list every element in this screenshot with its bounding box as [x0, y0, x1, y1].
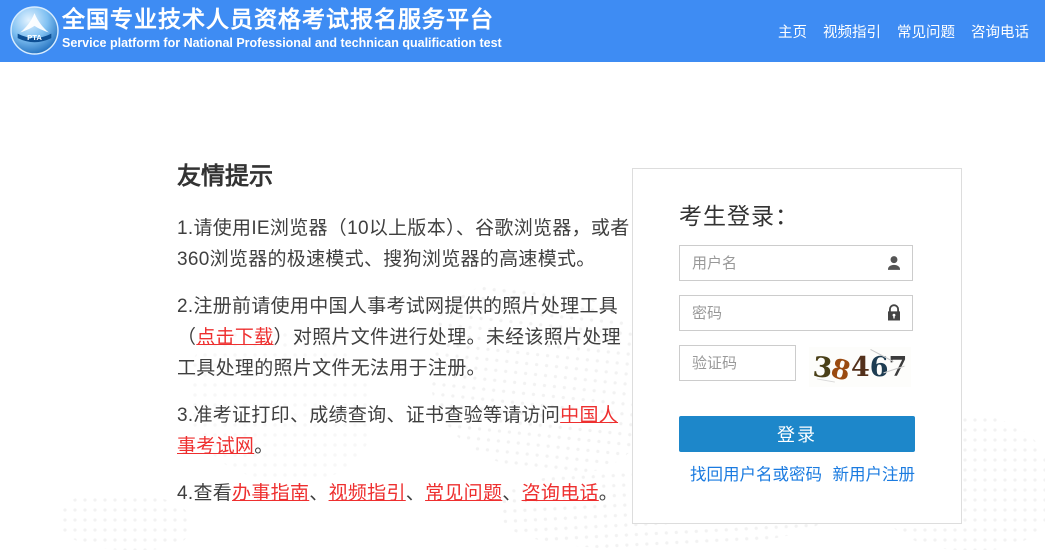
tip-item-4: 4.查看办事指南、视频指引、常见问题、咨询电话。 — [177, 478, 633, 509]
tip-text: 。 — [254, 436, 274, 457]
tips-list: 1.请使用IE浏览器（10以上版本）、谷歌浏览器，或者360浏览器的极速模式、搜… — [177, 213, 633, 509]
site-title: 全国专业技术人员资格考试报名服务平台 — [62, 6, 494, 32]
tip-link[interactable]: 视频指引 — [329, 483, 406, 504]
tip-text: 、 — [502, 483, 522, 504]
tip-link[interactable]: 咨询电话 — [522, 483, 599, 504]
password-input[interactable] — [679, 295, 913, 331]
captcha-input[interactable] — [679, 345, 796, 381]
friendly-tips-section: 友情提示 1.请使用IE浏览器（10以上版本）、谷歌浏览器，或者360浏览器的极… — [177, 156, 633, 525]
captcha-field-wrap — [679, 345, 796, 381]
world-map-watermark — [60, 495, 190, 550]
nav-link-1[interactable]: 视频指引 — [823, 21, 881, 42]
tip-item-2: 2.注册前请使用中国人事考试网提供的照片处理工具（点击下载）对照片文件进行处理。… — [177, 291, 633, 384]
nav-link-0[interactable]: 主页 — [778, 21, 807, 42]
login-heading: 考生登录： — [679, 203, 799, 229]
captcha-digit-3: 4 — [850, 351, 870, 383]
username-input[interactable] — [679, 245, 913, 281]
site-subtitle: Service platform for National Profession… — [62, 36, 502, 50]
nav-link-2[interactable]: 常见问题 — [897, 21, 955, 42]
tip-text: 3.准考证打印、成绩查询、证书查验等请访问 — [177, 405, 561, 426]
tip-text: 、 — [309, 483, 329, 504]
header: PTA 全国专业技术人员资格考试报名服务平台 Service platform … — [0, 0, 1045, 62]
login-button[interactable]: 登录 — [679, 416, 915, 452]
captcha-image[interactable]: 38467 — [809, 347, 911, 387]
pta-logo-icon: PTA — [10, 6, 59, 55]
tip-text: 。 — [598, 483, 619, 504]
tip-link[interactable]: 办事指南 — [232, 483, 309, 504]
username-field-wrap — [679, 245, 913, 281]
tip-text: 、 — [405, 483, 426, 504]
tip-link[interactable]: 常见问题 — [425, 483, 502, 504]
tip-item-1: 1.请使用IE浏览器（10以上版本）、谷歌浏览器，或者360浏览器的极速模式、搜… — [177, 213, 633, 275]
new-user-register-link[interactable]: 新用户注册 — [833, 461, 916, 485]
forgot-credentials-link[interactable]: 找回用户名或密码 — [690, 461, 822, 485]
tip-text: 4.查看 — [177, 483, 233, 504]
password-field-wrap — [679, 295, 913, 331]
tip-text: 1.请使用IE浏览器（10以上版本）、谷歌浏览器，或者360浏览器的极速模式、搜… — [177, 218, 630, 270]
site-title-block: 全国专业技术人员资格考试报名服务平台 Service platform for … — [62, 4, 502, 51]
tip-item-3: 3.准考证打印、成绩查询、证书查验等请访问中国人事考试网。 — [177, 400, 633, 462]
nav-link-3[interactable]: 咨询电话 — [971, 21, 1029, 42]
svg-text:PTA: PTA — [27, 33, 42, 42]
tips-heading: 友情提示 — [177, 163, 273, 190]
login-panel: 考生登录： 38467 登录 找回用户名或密码 新用户注册 — [632, 168, 962, 524]
tip-link[interactable]: 点击下载 — [196, 327, 273, 348]
login-links: 找回用户名或密码 新用户注册 — [679, 461, 916, 485]
top-nav: 主页 视频指引 常见问题 咨询电话 — [778, 0, 1029, 62]
